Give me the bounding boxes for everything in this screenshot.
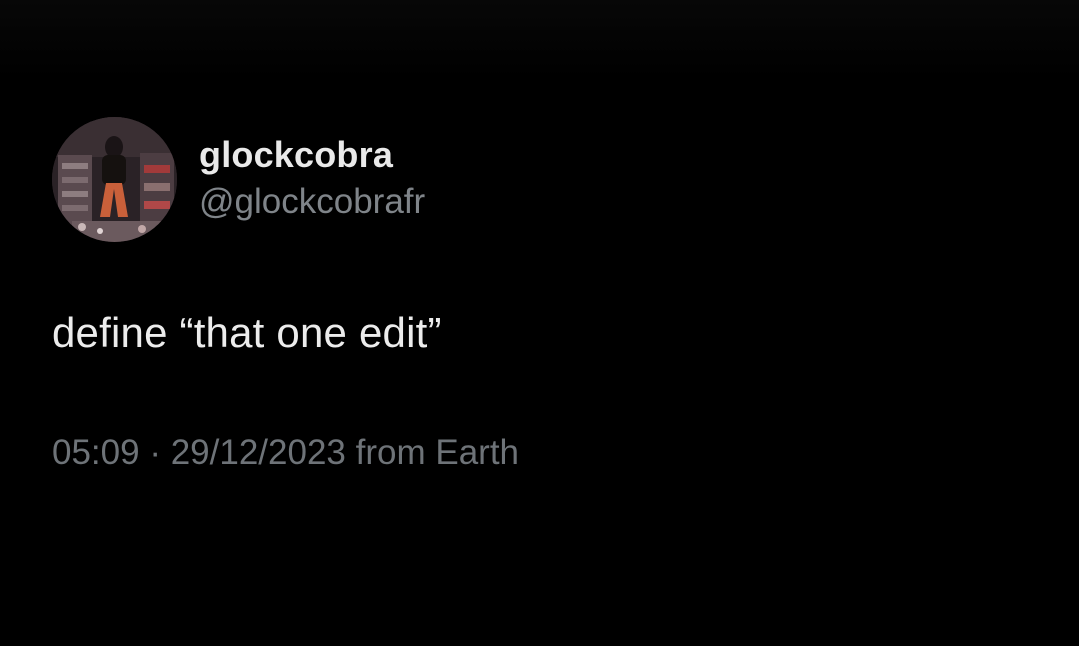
tweet-source: from Earth xyxy=(355,433,520,472)
top-gradient xyxy=(0,0,1079,80)
tweet-text: define “that one edit” xyxy=(52,309,442,356)
tweet-card[interactable]: glockcobra @glockcobrafr define “that on… xyxy=(52,116,1052,474)
display-name[interactable]: glockcobra xyxy=(199,134,425,176)
author-names: glockcobra @glockcobrafr xyxy=(199,134,425,224)
tweet-time[interactable]: 05:09 xyxy=(52,433,140,472)
tweet-date[interactable]: 29/12/2023 xyxy=(171,433,346,472)
tweet-author[interactable]: glockcobra @glockcobrafr xyxy=(52,116,1052,242)
avatar-photo-icon xyxy=(52,116,177,242)
tweet-meta: 05:09 · 29/12/2023 from Earth xyxy=(52,432,1052,474)
user-handle[interactable]: @glockcobrafr xyxy=(199,180,425,224)
meta-separator: · xyxy=(149,433,161,472)
screenshot-canvas: glockcobra @glockcobrafr define “that on… xyxy=(0,0,1079,646)
avatar[interactable] xyxy=(52,116,177,242)
